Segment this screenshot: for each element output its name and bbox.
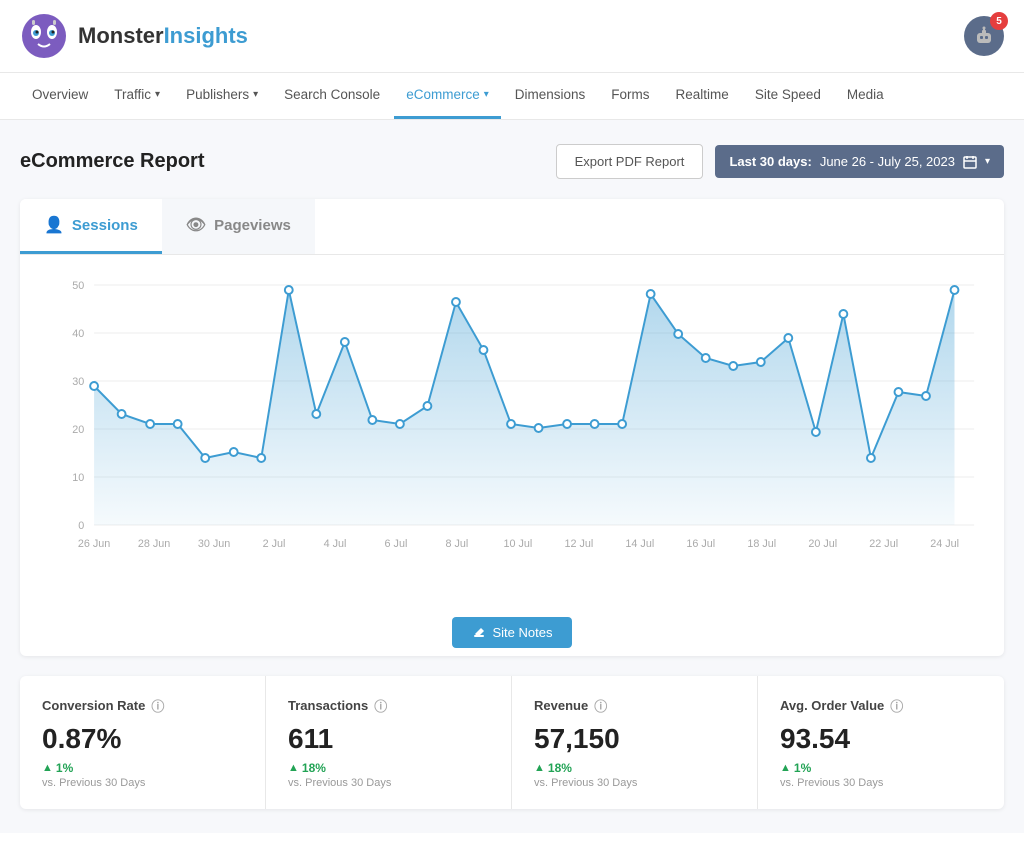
page-header-actions: Export PDF Report Last 30 days: June 26 … xyxy=(556,144,1004,179)
logo-icon xyxy=(20,12,68,60)
main-content: eCommerce Report Export PDF Report Last … xyxy=(0,120,1024,833)
logo-text: MonsterInsights xyxy=(78,23,248,49)
stat-card-revenue: Revenue ⓘ 57,150 ▲ 18% vs. Previous 30 D… xyxy=(512,676,758,809)
nav-item-traffic[interactable]: Traffic ▾ xyxy=(102,73,172,119)
notification-button[interactable]: 5 xyxy=(964,16,1004,56)
stat-previous-avg-order: vs. Previous 30 Days xyxy=(780,777,982,789)
svg-text:30 Jun: 30 Jun xyxy=(198,538,230,550)
svg-text:18 Jul: 18 Jul xyxy=(747,538,776,550)
svg-text:8 Jul: 8 Jul xyxy=(446,538,469,550)
header-right: 5 xyxy=(964,16,1004,56)
header: MonsterInsights 5 xyxy=(0,0,1024,73)
svg-text:30: 30 xyxy=(72,376,84,388)
svg-text:0: 0 xyxy=(78,520,84,532)
stat-card-transactions: Transactions ⓘ 611 ▲ 18% vs. Previous 30… xyxy=(266,676,512,809)
svg-text:12 Jul: 12 Jul xyxy=(564,538,593,550)
stat-change-avg-order: ▲ 1% xyxy=(780,761,982,775)
stat-label-conversion-rate: Conversion Rate ⓘ xyxy=(42,696,243,715)
stat-change-revenue: ▲ 18% xyxy=(534,761,735,775)
notification-icon xyxy=(973,25,995,47)
main-nav: Overview Traffic ▾ Publishers ▾ Search C… xyxy=(0,73,1024,120)
tab-sessions[interactable]: 👤 Sessions xyxy=(20,199,162,254)
stat-value-transactions: 611 xyxy=(288,723,489,755)
nav-item-site-speed[interactable]: Site Speed xyxy=(743,73,833,119)
export-pdf-button[interactable]: Export PDF Report xyxy=(556,144,704,179)
svg-text:26 Jun: 26 Jun xyxy=(78,538,110,550)
svg-text:16 Jul: 16 Jul xyxy=(686,538,715,550)
stat-label-transactions: Transactions ⓘ xyxy=(288,696,489,715)
stat-card-conversion-rate: Conversion Rate ⓘ 0.87% ▲ 1% vs. Previou… xyxy=(20,676,266,809)
stat-previous-conversion-rate: vs. Previous 30 Days xyxy=(42,777,243,789)
svg-text:14 Jul: 14 Jul xyxy=(625,538,654,550)
stat-label-avg-order: Avg. Order Value ⓘ xyxy=(780,696,982,715)
svg-text:4 Jul: 4 Jul xyxy=(324,538,347,550)
ecommerce-chevron: ▾ xyxy=(484,89,489,100)
nav-item-overview[interactable]: Overview xyxy=(20,73,100,119)
nav-item-publishers[interactable]: Publishers ▾ xyxy=(174,73,270,119)
stat-label-revenue: Revenue ⓘ xyxy=(534,696,735,715)
stat-change-transactions: ▲ 18% xyxy=(288,761,489,775)
svg-text:2 Jul: 2 Jul xyxy=(263,538,286,550)
nav-item-realtime[interactable]: Realtime xyxy=(664,73,741,119)
stat-previous-revenue: vs. Previous 30 Days xyxy=(534,777,735,789)
nav-item-search-console[interactable]: Search Console xyxy=(272,73,392,119)
logo: MonsterInsights xyxy=(20,12,248,60)
chart-body: 50 40 30 20 10 0 xyxy=(20,255,1004,605)
stats-row: Conversion Rate ⓘ 0.87% ▲ 1% vs. Previou… xyxy=(20,676,1004,809)
stat-previous-transactions: vs. Previous 30 Days xyxy=(288,777,489,789)
calendar-icon xyxy=(963,155,977,169)
chart-svg: 50 40 30 20 10 0 xyxy=(40,275,984,575)
tab-pageviews[interactable]: 👁 Pageviews xyxy=(162,199,315,254)
stat-value-conversion-rate: 0.87% xyxy=(42,723,243,755)
page-header: eCommerce Report Export PDF Report Last … xyxy=(20,144,1004,179)
svg-text:24 Jul: 24 Jul xyxy=(930,538,959,550)
nav-item-dimensions[interactable]: Dimensions xyxy=(503,73,598,119)
stat-card-avg-order: Avg. Order Value ⓘ 93.54 ▲ 1% vs. Previo… xyxy=(758,676,1004,809)
stat-change-conversion-rate: ▲ 1% xyxy=(42,761,243,775)
svg-text:20: 20 xyxy=(72,424,84,436)
info-icon-transactions[interactable]: ⓘ xyxy=(374,696,387,715)
publishers-chevron: ▾ xyxy=(253,89,258,100)
svg-text:10 Jul: 10 Jul xyxy=(503,538,532,550)
svg-text:28 Jun: 28 Jun xyxy=(138,538,170,550)
pageviews-icon: 👁 xyxy=(186,215,206,235)
svg-text:20 Jul: 20 Jul xyxy=(808,538,837,550)
pencil-icon xyxy=(472,626,486,640)
info-icon-conversion[interactable]: ⓘ xyxy=(151,696,164,715)
notification-badge: 5 xyxy=(990,12,1008,30)
page-title: eCommerce Report xyxy=(20,150,205,173)
chart-tabs: 👤 Sessions 👁 Pageviews xyxy=(20,199,1004,255)
date-range-button[interactable]: Last 30 days: June 26 - July 25, 2023 ▾ xyxy=(715,145,1004,178)
stat-value-avg-order: 93.54 xyxy=(780,723,982,755)
nav-item-forms[interactable]: Forms xyxy=(599,73,661,119)
chart-card: 👤 Sessions 👁 Pageviews xyxy=(20,199,1004,656)
info-icon-avg-order[interactable]: ⓘ xyxy=(890,696,903,715)
svg-text:6 Jul: 6 Jul xyxy=(385,538,408,550)
svg-text:40: 40 xyxy=(72,328,84,340)
site-notes-button[interactable]: Site Notes xyxy=(452,617,573,648)
svg-text:50: 50 xyxy=(72,280,84,292)
svg-text:10: 10 xyxy=(72,472,84,484)
info-icon-revenue[interactable]: ⓘ xyxy=(594,696,607,715)
traffic-chevron: ▾ xyxy=(155,89,160,100)
nav-item-media[interactable]: Media xyxy=(835,73,896,119)
stat-value-revenue: 57,150 xyxy=(534,723,735,755)
svg-text:22 Jul: 22 Jul xyxy=(869,538,898,550)
nav-item-ecommerce[interactable]: eCommerce ▾ xyxy=(394,73,501,119)
sessions-icon: 👤 xyxy=(44,215,64,235)
chart-svg-container: 50 40 30 20 10 0 xyxy=(40,275,984,595)
site-notes-container: Site Notes xyxy=(20,605,1004,656)
